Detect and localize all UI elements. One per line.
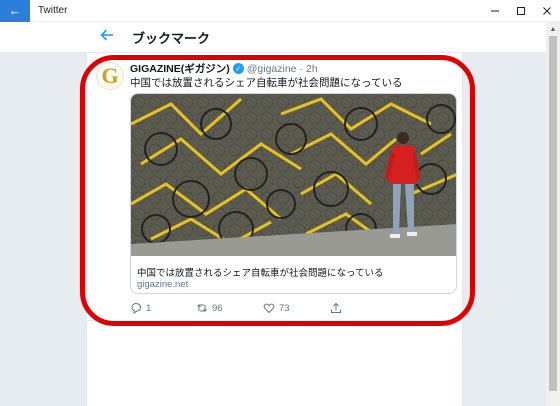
scroll-thumb[interactable] [549,36,557,391]
minimize-icon [491,10,499,12]
window-title: Twitter [38,5,68,16]
header-back-button[interactable] [96,28,118,46]
back-arrow-icon: ← [8,3,22,18]
window-controls [482,0,560,22]
back-arrow-icon [100,29,113,41]
minimize-button[interactable] [482,0,508,22]
page-title: ブックマーク [132,30,211,46]
highlight-outline [80,55,475,326]
scroll-up-icon[interactable]: ▲ [546,22,560,36]
page-header: ブックマーク [86,22,463,52]
header-divider [86,52,463,53]
maximize-icon [517,7,525,15]
close-button[interactable] [534,0,560,22]
scrollbar[interactable]: ▲ [546,22,560,406]
maximize-button[interactable] [508,0,534,22]
window-titlebar: ← Twitter [0,0,560,22]
close-icon [543,7,551,15]
window-back-button[interactable]: ← [0,0,30,22]
